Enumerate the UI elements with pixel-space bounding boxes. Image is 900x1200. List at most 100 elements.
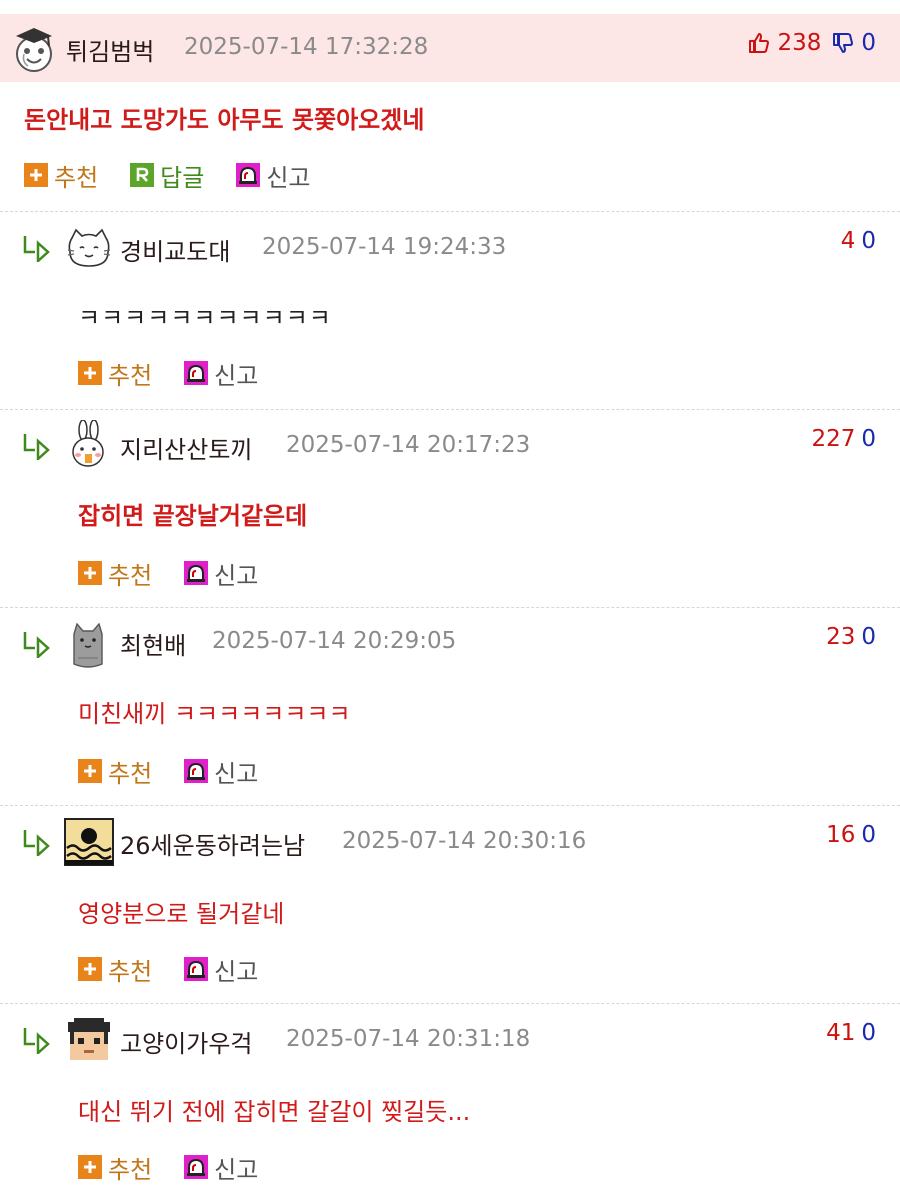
plus-icon (78, 957, 102, 981)
recommend-label: 추천 (54, 163, 99, 192)
report-button[interactable]: 신고 (184, 754, 258, 789)
reply-button[interactable]: 답글 (130, 158, 204, 193)
author-nickname[interactable]: 26세운동하려는남 (120, 826, 305, 861)
siren-icon (184, 1155, 209, 1179)
report-label: 신고 (214, 361, 259, 390)
report-label: 신고 (214, 759, 259, 788)
report-button[interactable]: 신고 (236, 158, 311, 193)
reply-arrow-icon (23, 1028, 50, 1054)
recommend-button[interactable]: 추천 (78, 556, 152, 591)
reply-arrow-icon (23, 830, 50, 856)
comment-actions: 추천 신고 (78, 556, 290, 591)
vote-area: 16 0 (826, 822, 876, 848)
graduation-penguin-avatar-icon[interactable] (12, 24, 56, 74)
downvote-count: 0 (861, 822, 876, 848)
downvote-count: 0 (861, 426, 876, 452)
reply-r-icon (130, 163, 155, 187)
siren-icon (184, 361, 209, 385)
vote-area: 23 0 (826, 624, 876, 650)
downvote-count: 0 (861, 228, 876, 254)
report-button[interactable]: 신고 (184, 556, 258, 591)
comment-content: 미친새끼 ㅋㅋㅋㅋㅋㅋㅋㅋ (78, 700, 351, 728)
vote-area: 4 0 (841, 228, 876, 254)
reply-arrow-icon (23, 434, 50, 460)
upvote-count: 227 (811, 426, 856, 452)
author-nickname[interactable]: 경비교도대 (120, 232, 230, 267)
comment-content: ㅋㅋㅋㅋㅋㅋㅋㅋㅋㅋㅋ (78, 304, 332, 332)
thumbs-down-icon[interactable] (831, 31, 855, 55)
author-nickname[interactable]: 최현배 (120, 626, 186, 661)
upvote-count: 238 (777, 30, 822, 56)
comment-actions: 추천 신고 (78, 952, 290, 987)
comment-datetime: 2025-07-14 19:24:33 (262, 234, 507, 260)
comment-content: 돈안내고 도망가도 아무도 못쫓아오겠네 (24, 106, 425, 134)
plus-icon (78, 561, 102, 585)
fluffy-cat-avatar-icon[interactable] (66, 224, 112, 272)
upvote-count: 16 (826, 822, 856, 848)
siren-icon (184, 759, 209, 783)
siren-icon (236, 163, 261, 187)
plus-icon (78, 1155, 102, 1179)
comment-actions: 추천 답글 신고 (24, 158, 343, 193)
reply-comment: 지리산산토끼 2025-07-14 20:17:23 227 0 잡히면 끝장날… (0, 410, 900, 608)
reply-arrow-icon (23, 236, 50, 262)
recommend-label: 추천 (108, 759, 153, 788)
vote-area: 227 0 (811, 426, 876, 452)
recommend-button[interactable]: 추천 (78, 952, 152, 987)
comment-content: 잡히면 끝장날거같은데 (78, 502, 308, 530)
recommend-button[interactable]: 추천 (78, 1150, 152, 1185)
upvote-count: 23 (826, 624, 856, 650)
main-comment-header: 튀김범벅 2025-07-14 17:32:28 238 0 (0, 14, 900, 82)
author-nickname[interactable]: 튀김범벅 (66, 32, 154, 67)
siren-icon (184, 561, 209, 585)
report-label: 신고 (214, 1155, 259, 1184)
recommend-button[interactable]: 추천 (78, 356, 152, 391)
comment-datetime: 2025-07-14 17:32:28 (184, 34, 429, 60)
bunny-avatar-icon[interactable] (68, 420, 108, 470)
reply-label: 답글 (160, 163, 205, 192)
comment-datetime: 2025-07-14 20:29:05 (212, 628, 457, 654)
comment-datetime: 2025-07-14 20:30:16 (342, 828, 587, 854)
reply-comment: 고양이가우걱 2025-07-14 20:31:18 41 0 대신 뛰기 전에… (0, 1004, 900, 1200)
main-comment: 튀김범벅 2025-07-14 17:32:28 238 0 돈안내고 도망가도… (0, 14, 900, 211)
reply-arrow-icon (23, 632, 50, 658)
report-label: 신고 (266, 163, 311, 192)
vote-area: 41 0 (826, 1020, 876, 1046)
report-button[interactable]: 신고 (184, 1150, 258, 1185)
recommend-label: 추천 (108, 361, 153, 390)
comment-actions: 추천 신고 (78, 1150, 290, 1185)
sunset-wave-avatar-icon[interactable] (64, 818, 114, 866)
pixel-graduate-avatar-icon[interactable] (66, 1016, 112, 1062)
recommend-button[interactable]: 추천 (24, 158, 98, 193)
comment-content: 대신 뛰기 전에 잡히면 갈갈이 찢길듯... (78, 1098, 471, 1126)
downvote-count: 0 (861, 30, 876, 56)
report-label: 신고 (214, 561, 259, 590)
vote-area: 238 0 (747, 30, 876, 56)
thumbs-up-icon[interactable] (747, 31, 771, 55)
comment-datetime: 2025-07-14 20:31:18 (286, 1026, 531, 1052)
siren-icon (184, 957, 209, 981)
plus-icon (78, 361, 102, 385)
reply-comment: 26세운동하려는남 2025-07-14 20:30:16 16 0 영양분으로… (0, 806, 900, 1004)
recommend-label: 추천 (108, 561, 153, 590)
recommend-label: 추천 (108, 957, 153, 986)
reply-comment: 최현배 2025-07-14 20:29:05 23 0 미친새끼 ㅋㅋㅋㅋㅋㅋ… (0, 608, 900, 806)
comment-datetime: 2025-07-14 20:17:23 (286, 432, 531, 458)
recommend-label: 추천 (108, 1155, 153, 1184)
comment-content: 영양분으로 될거같네 (78, 900, 285, 928)
report-button[interactable]: 신고 (184, 356, 258, 391)
plus-icon (78, 759, 102, 783)
downvote-count: 0 (861, 624, 876, 650)
reply-comment: 경비교도대 2025-07-14 19:24:33 4 0 ㅋㅋㅋㅋㅋㅋㅋㅋㅋㅋ… (0, 212, 900, 410)
report-button[interactable]: 신고 (184, 952, 258, 987)
upvote-count: 41 (826, 1020, 856, 1046)
recommend-button[interactable]: 추천 (78, 754, 152, 789)
comment-actions: 추천 신고 (78, 754, 290, 789)
plus-icon (24, 163, 48, 187)
author-nickname[interactable]: 지리산산토끼 (120, 430, 252, 465)
comment-actions: 추천 신고 (78, 356, 290, 391)
author-nickname[interactable]: 고양이가우걱 (120, 1024, 252, 1059)
downvote-count: 0 (861, 1020, 876, 1046)
report-label: 신고 (214, 957, 259, 986)
gray-cat-avatar-icon[interactable] (70, 620, 106, 670)
